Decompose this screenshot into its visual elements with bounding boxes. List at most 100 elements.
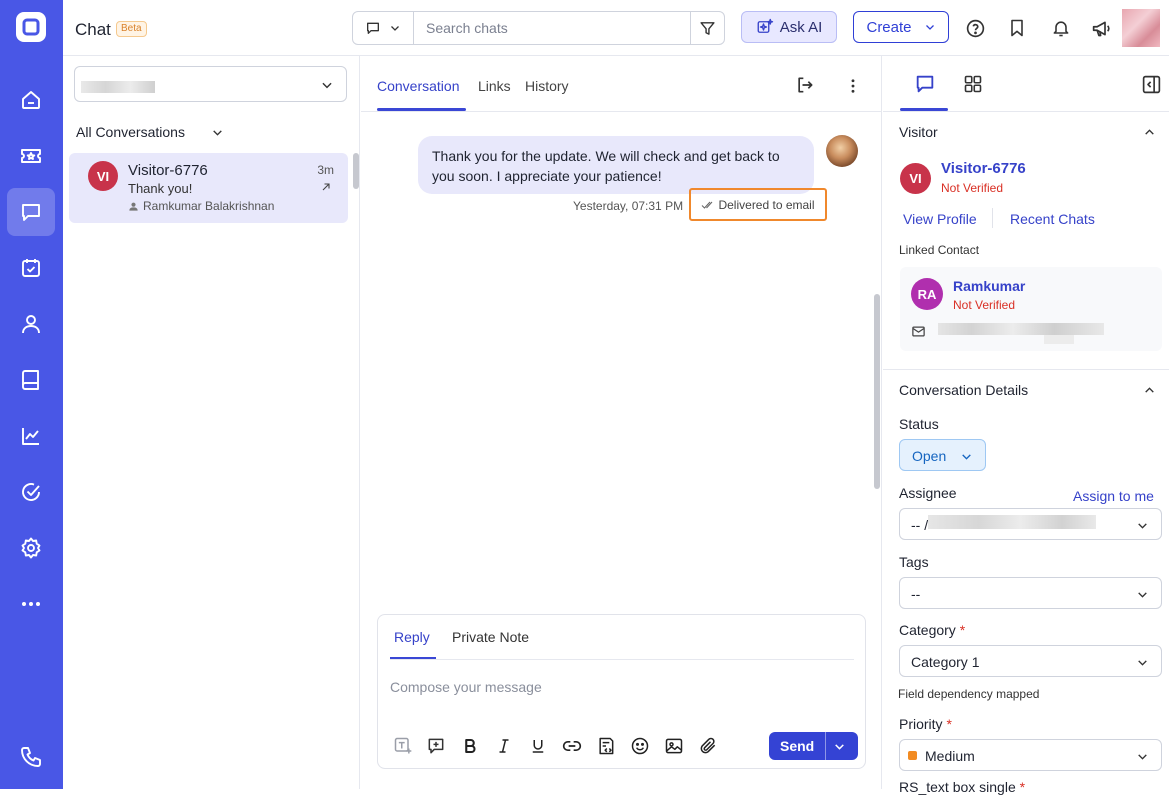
tab-history[interactable]: History <box>525 78 569 94</box>
category-note: Field dependency mapped <box>898 687 1040 701</box>
tags-dropdown[interactable]: -- <box>899 577 1162 609</box>
contact-icon[interactable] <box>7 300 55 348</box>
link-separator <box>992 208 993 228</box>
home-icon[interactable] <box>7 76 55 124</box>
attachment-icon[interactable] <box>697 735 719 757</box>
exit-icon <box>798 77 813 93</box>
gear-icon[interactable] <box>7 524 55 572</box>
assignee-dropdown[interactable]: -- / <box>899 508 1162 540</box>
emoji-icon[interactable] <box>629 735 651 757</box>
tab-links[interactable]: Links <box>478 78 511 94</box>
agent-avatar <box>826 135 858 167</box>
italic-icon[interactable] <box>493 735 515 757</box>
phone-icon[interactable] <box>7 733 55 781</box>
link-icon[interactable] <box>561 735 583 757</box>
redacted-inbox-name <box>81 81 155 93</box>
category-value: Category 1 <box>911 654 980 670</box>
view-profile-link[interactable]: View Profile <box>903 211 977 227</box>
chevron-down-icon <box>391 26 399 31</box>
mail-icon <box>912 326 925 337</box>
ask-ai-label: Ask AI <box>779 18 823 36</box>
priority-color-dot <box>908 751 917 760</box>
ask-ai-button[interactable]: Ask AI <box>741 11 837 43</box>
conversation-list-panel: All Conversations VI Visitor-6776 3m Tha… <box>63 56 360 789</box>
chat-icon[interactable] <box>7 188 55 236</box>
megaphone-icon[interactable] <box>1090 17 1112 39</box>
inbox-select[interactable] <box>74 66 347 102</box>
priority-label-text: Priority <box>899 716 943 732</box>
apps-grid-icon <box>964 75 982 93</box>
calendar-check-icon[interactable] <box>7 244 55 292</box>
contact-verification: Not Verified <box>953 298 1016 312</box>
next-field-label-text: RS_text box single <box>899 779 1016 795</box>
category-dropdown[interactable]: Category 1 <box>899 645 1162 677</box>
recent-chats-link[interactable]: Recent Chats <box>1010 211 1095 227</box>
sparkle-icon <box>757 18 773 33</box>
template-icon[interactable] <box>392 735 414 757</box>
chart-line-icon[interactable] <box>7 412 55 460</box>
sidebar-tab-indicator <box>900 108 948 111</box>
logo-icon[interactable] <box>15 11 47 43</box>
user-avatar[interactable] <box>1122 9 1160 47</box>
help-icon[interactable] <box>964 17 986 39</box>
bell-icon[interactable] <box>1050 17 1072 39</box>
priority-dropdown[interactable]: Medium <box>899 739 1162 771</box>
page-title: Chat <box>75 20 111 39</box>
tab-conversation[interactable]: Conversation <box>377 78 460 94</box>
chevron-up-icon <box>1145 129 1154 135</box>
send-button[interactable]: Send <box>769 732 858 760</box>
delivery-status: Delivered to email <box>689 188 827 221</box>
delivery-status-text: Delivered to email <box>718 197 815 212</box>
assign-to-me-link[interactable]: Assign to me <box>1073 488 1154 504</box>
more-icon[interactable] <box>7 580 55 628</box>
chevron-down-icon <box>1138 660 1147 666</box>
book-icon[interactable] <box>7 356 55 404</box>
chevron-down-icon <box>1138 523 1147 529</box>
chevron-down-icon <box>925 25 934 30</box>
tab-private-note[interactable]: Private Note <box>452 629 529 645</box>
chevron-down-icon <box>213 130 222 136</box>
conversation-list-item[interactable]: VI Visitor-6776 3m Thank you! Ramkumar B… <box>69 153 348 223</box>
bookmark-icon[interactable] <box>1006 17 1028 39</box>
assignee-label: Assignee <box>899 485 957 501</box>
search-input[interactable] <box>414 12 690 44</box>
visitor-section-title[interactable]: Visitor <box>899 124 938 140</box>
bold-icon[interactable] <box>459 735 481 757</box>
left-nav-rail <box>0 0 63 789</box>
priority-label: Priority * <box>899 716 952 732</box>
conversation-filter[interactable]: All Conversations <box>76 124 185 140</box>
double-check-icon <box>702 201 713 209</box>
arrow-up-right-icon <box>322 183 330 191</box>
visitor-name[interactable]: Visitor-6776 <box>941 160 1026 177</box>
send-label: Send <box>780 738 815 754</box>
category-label-text: Category <box>899 622 956 638</box>
underline-icon[interactable] <box>527 735 549 757</box>
required-marker: * <box>959 622 966 638</box>
visitor-verification: Not Verified <box>941 181 1004 195</box>
visitor-avatar: VI <box>900 163 931 194</box>
conversation-details-title[interactable]: Conversation Details <box>899 382 1028 398</box>
contact-avatar: RA <box>911 278 943 310</box>
contact-name[interactable]: Ramkumar <box>953 278 1025 294</box>
filter-icon[interactable] <box>690 12 724 44</box>
search-type-dropdown[interactable] <box>353 12 414 44</box>
image-icon[interactable] <box>663 735 685 757</box>
ai-reply-icon[interactable] <box>425 735 447 757</box>
ticket-icon[interactable] <box>7 132 55 180</box>
chevron-down-icon <box>1138 592 1147 598</box>
tags-label: Tags <box>899 554 929 570</box>
beta-badge: Beta <box>116 21 147 37</box>
check-circle-icon[interactable] <box>7 468 55 516</box>
composer-divider <box>390 659 854 660</box>
chevron-down-icon <box>835 744 844 750</box>
send-divider <box>825 732 826 760</box>
chat-scrollbar[interactable] <box>874 294 880 489</box>
linked-contact-label: Linked Contact <box>899 243 980 257</box>
tab-reply[interactable]: Reply <box>394 629 430 645</box>
canned-response-icon[interactable] <box>595 735 617 757</box>
compose-input[interactable] <box>390 673 850 701</box>
status-dropdown[interactable]: Open <box>899 439 986 471</box>
create-button[interactable]: Create <box>853 11 949 43</box>
list-scrollbar[interactable] <box>353 153 359 189</box>
chevron-down-icon <box>322 82 332 89</box>
